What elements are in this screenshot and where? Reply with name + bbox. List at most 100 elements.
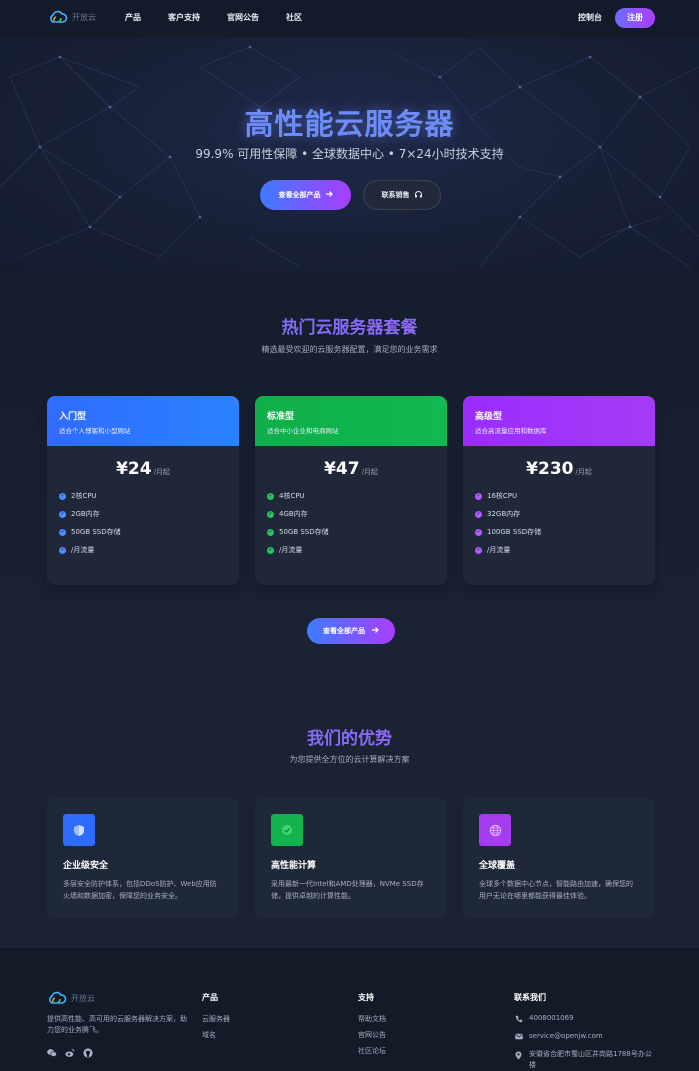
nav-link-products[interactable]: 产品: [125, 12, 141, 23]
price-unit: /月起: [361, 468, 378, 476]
arrow-right-icon: [325, 190, 333, 200]
feature-list: ✓ 2核CPU ✓ 2GB内存 ✓ 50GB SSD存储 ✓ /月流量: [47, 487, 239, 559]
wechat-icon[interactable]: [47, 1048, 57, 1058]
feature-item: ✓ 50GB SSD存储: [59, 523, 239, 541]
footer-link-forum[interactable]: 社区论坛: [358, 1046, 386, 1056]
feature-label: 2GB内存: [71, 510, 100, 518]
plan-card-starter[interactable]: 入门型 适合个人博客和小型网站 ¥24/月起 ✓ 2核CPU ✓ 2GB内存 ✓ 50…: [47, 396, 239, 585]
plan-price: ¥47/月起: [255, 459, 447, 479]
hero-subtitle: 99.9% 可用性保障 • 全球数据中心 • 7×24小时技术支持: [195, 147, 504, 161]
advantage-card-performance: 高性能计算 采用最新一代Intel和AMD处理器，NVMe SSD存储，提供卓越…: [255, 798, 447, 918]
nav-link-support[interactable]: 客户支持: [168, 12, 200, 23]
check-icon: ✓: [59, 528, 66, 536]
check-icon: ✓: [59, 492, 66, 500]
view-all-plans-label: 查看全部产品: [323, 627, 365, 635]
advantage-card-security: 企业级安全 多层安全防护体系，包括DDoS防护、Web应用防火墙和数据加密，保障…: [47, 798, 239, 918]
feature-label: 100GB SSD存储: [487, 528, 542, 536]
feature-item: ✓ /月流量: [475, 541, 655, 559]
check-icon: ✓: [475, 528, 482, 536]
feature-label: 4核CPU: [279, 492, 305, 500]
view-all-plans-button[interactable]: 查看全部产品: [307, 618, 395, 644]
github-icon[interactable]: [83, 1048, 93, 1058]
advantage-title: 高性能计算: [271, 861, 317, 871]
register-button[interactable]: 注册: [615, 8, 655, 28]
view-all-products-button[interactable]: 查看全部产品: [260, 180, 351, 210]
feature-item: ✓ 4GB内存: [267, 505, 447, 523]
plan-name: 入门型: [59, 412, 87, 422]
cloud-logo-icon: [48, 10, 68, 24]
address-text: 安徽省合肥市蜀山区井岗路1788号办公楼: [529, 1050, 652, 1069]
globe-icon: [479, 814, 511, 846]
hero-section: 高性能云服务器 99.9% 可用性保障 • 全球数据中心 • 7×24小时技术支…: [0, 37, 699, 274]
social-links: [47, 1048, 93, 1058]
advantages-title: 我们的优势: [0, 724, 699, 749]
footer-support-title: 支持: [358, 993, 374, 1002]
feature-label: /月流量: [279, 546, 303, 554]
feature-label: 32GB内存: [487, 510, 521, 518]
feature-item: ✓ 2GB内存: [59, 505, 239, 523]
check-icon: ✓: [475, 492, 482, 500]
price-unit: /月起: [575, 468, 592, 476]
advantage-title: 全球覆盖: [479, 861, 516, 871]
location-pin-icon: [514, 1051, 523, 1060]
phone-text[interactable]: 4008001069: [529, 1014, 574, 1022]
feature-label: /月流量: [487, 546, 511, 554]
nav-link-community[interactable]: 社区: [286, 12, 302, 23]
footer-link-domain[interactable]: 域名: [202, 1030, 216, 1040]
advantage-card-global: 全球覆盖 全球多个数据中心节点，智能路由加速，确保您的用户无论在哪里都能获得最佳…: [463, 798, 655, 918]
footer-logo[interactable]: 开放云: [47, 991, 95, 1005]
nav-link-announcements[interactable]: 官网公告: [227, 12, 259, 23]
console-link[interactable]: 控制台: [578, 12, 602, 23]
footer-link-docs[interactable]: 帮助文档: [358, 1014, 386, 1024]
plan-price: ¥230/月起: [463, 459, 655, 479]
check-icon: ✓: [59, 510, 66, 518]
footer-brand-desc: 提供高性能、高可用的云服务器解决方案，助力您的业务腾飞。: [47, 1015, 187, 1034]
headset-icon: [414, 190, 423, 201]
feature-item: ✓ 16核CPU: [475, 487, 655, 505]
plan-price: ¥24/月起: [47, 459, 239, 479]
plan-desc: 适合高流量应用和数据库: [475, 427, 547, 435]
plan-name: 标准型: [267, 412, 295, 422]
weibo-icon[interactable]: [65, 1048, 75, 1058]
footer-link-announcements[interactable]: 官网公告: [358, 1030, 386, 1040]
phone-icon: [514, 1014, 523, 1023]
feature-item: ✓ /月流量: [59, 541, 239, 559]
arrow-right-icon: [371, 626, 379, 636]
shield-icon: [63, 814, 95, 846]
feature-list: ✓ 4核CPU ✓ 4GB内存 ✓ 50GB SSD存储 ✓ /月流量: [255, 487, 447, 559]
price-value: ¥24: [116, 459, 152, 479]
feature-item: ✓ 2核CPU: [59, 487, 239, 505]
logo-text: 开放云: [71, 993, 95, 1003]
plan-desc: 适合中小企业和电商网站: [267, 427, 339, 435]
advantage-desc: 采用最新一代Intel和AMD处理器，NVMe SSD存储，提供卓越的计算性能。: [271, 880, 424, 900]
cloud-logo-icon: [47, 991, 67, 1005]
plan-header: 高级型 适合高流量应用和数据库: [463, 396, 655, 446]
price-unit: /月起: [153, 468, 170, 476]
feature-label: 2核CPU: [71, 492, 97, 500]
contact-phone: 4008001069: [514, 1014, 574, 1023]
check-icon: ✓: [267, 510, 274, 518]
email-text[interactable]: service@openjw.com: [529, 1032, 603, 1040]
price-value: ¥47: [324, 459, 360, 479]
feature-label: 50GB SSD存储: [71, 528, 121, 536]
check-icon: ✓: [267, 528, 274, 536]
plan-name: 高级型: [475, 412, 503, 422]
nav-links: 产品 客户支持 官网公告 社区: [125, 12, 329, 23]
feature-item: ✓ 4核CPU: [267, 487, 447, 505]
plan-card-standard[interactable]: 标准型 适合中小企业和电商网站 ¥47/月起 ✓ 4核CPU ✓ 4GB内存 ✓ 50…: [255, 396, 447, 585]
plan-header: 标准型 适合中小企业和电商网站: [255, 396, 447, 446]
view-all-products-label: 查看全部产品: [278, 191, 321, 199]
footer-contact-title: 联系我们: [514, 993, 546, 1002]
feature-label: /月流量: [71, 546, 95, 554]
check-icon: ✓: [59, 546, 66, 554]
contact-address: 安徽省合肥市蜀山区井岗路1788号办公楼: [514, 1049, 654, 1071]
contact-sales-button[interactable]: 联系销售: [363, 180, 441, 210]
logo[interactable]: 开放云: [48, 10, 96, 24]
footer-link-cloud-server[interactable]: 云服务器: [202, 1014, 230, 1024]
contact-email: service@openjw.com: [514, 1032, 603, 1041]
plan-card-advanced[interactable]: 高级型 适合高流量应用和数据库 ¥230/月起 ✓ 16核CPU ✓ 32GB内存 …: [463, 396, 655, 585]
advantage-desc: 多层安全防护体系，包括DDoS防护、Web应用防火墙和数据加密，保障您的业务安全…: [63, 880, 217, 900]
footer-products-title: 产品: [202, 993, 218, 1002]
logo-text: 开放云: [72, 12, 96, 22]
feature-list: ✓ 16核CPU ✓ 32GB内存 ✓ 100GB SSD存储 ✓ /月流量: [463, 487, 655, 559]
